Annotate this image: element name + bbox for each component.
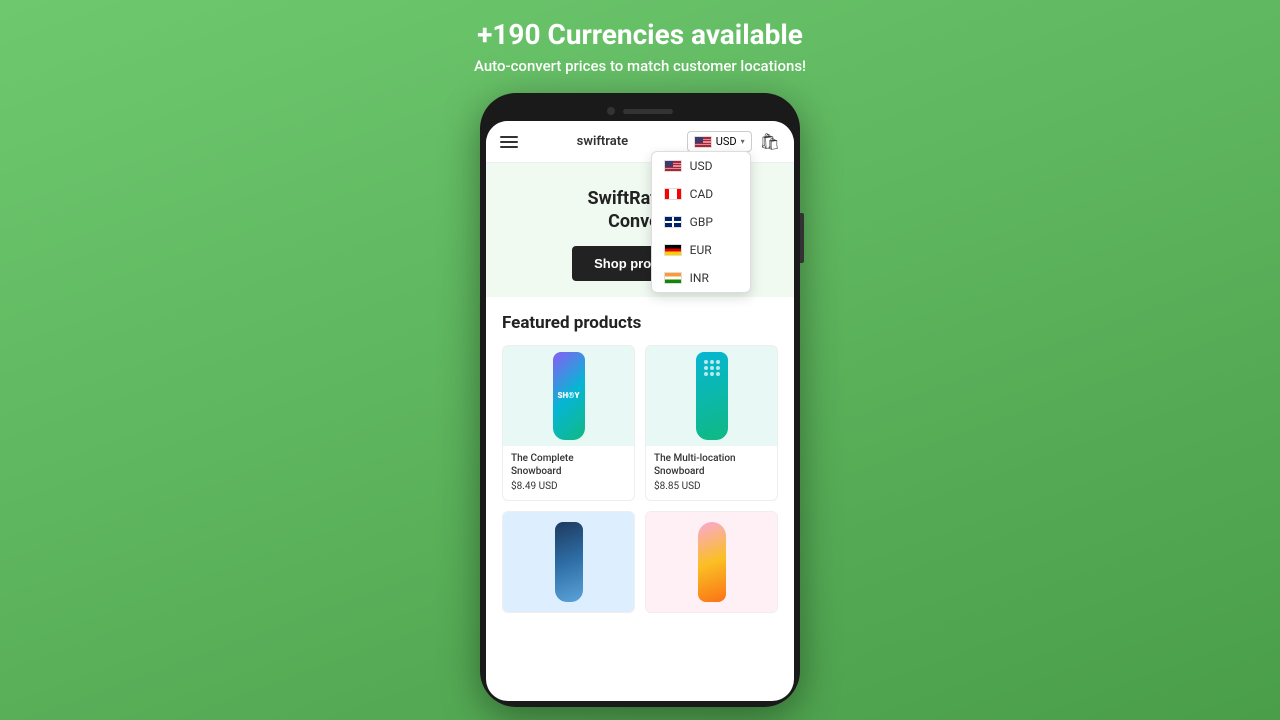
featured-products-title: Featured products [502, 313, 778, 333]
chevron-down-icon: ▾ [741, 137, 745, 146]
phone-speaker [623, 109, 673, 114]
subheadline: Auto-convert prices to match customer lo… [474, 57, 806, 75]
flag-in-icon [664, 272, 682, 284]
product-name-1: The Complete Snowboard [511, 452, 626, 478]
flag-us-icon [664, 160, 682, 172]
product-card-1[interactable]: The Complete Snowboard $8.49 USD [502, 345, 635, 501]
phone-screen: swiftrate USD ▾ USD [486, 121, 794, 701]
currency-code-gbp: GBP [690, 215, 713, 229]
currency-code-inr: INR [690, 271, 709, 285]
phone-side-button [800, 213, 804, 263]
headline: +190 Currencies available [477, 18, 803, 51]
background: +190 Currencies available Auto-convert p… [0, 0, 1280, 720]
snowboard-graphic-4 [698, 522, 726, 602]
nav-right: USD ▾ USD CAD [687, 131, 780, 152]
currency-selector-button[interactable]: USD ▾ USD CAD [687, 131, 752, 152]
flag-ca-icon [664, 188, 682, 200]
flag-gb-icon [664, 216, 682, 228]
product-info-2: The Multi-location Snowboard $8.85 USD [646, 446, 777, 500]
nav-bar: swiftrate USD ▾ USD [486, 121, 794, 163]
currency-option-eur[interactable]: EUR [652, 236, 750, 264]
product-price-1: $8.49 USD [511, 481, 626, 492]
currency-code-usd: USD [690, 159, 713, 173]
product-card-2[interactable]: The Multi-location Snowboard $8.85 USD [645, 345, 778, 501]
hamburger-menu-button[interactable] [500, 136, 518, 148]
featured-section: Featured products The Complete Snowboard… [486, 297, 794, 629]
brand-name: swiftrate [577, 134, 628, 149]
us-flag-icon [694, 136, 712, 148]
currency-dropdown[interactable]: USD CAD GBP [651, 151, 751, 293]
snowboard-graphic-3 [555, 522, 583, 602]
currency-option-cad[interactable]: CAD [652, 180, 750, 208]
product-image-2 [646, 346, 777, 446]
flag-de-icon [664, 244, 682, 256]
product-price-2: $8.85 USD [654, 481, 769, 492]
product-image-1 [503, 346, 634, 446]
phone-camera [607, 107, 615, 115]
snowboard-graphic-2 [696, 352, 728, 440]
phone-shell: swiftrate USD ▾ USD [480, 93, 800, 707]
product-card-3[interactable] [502, 511, 635, 613]
snowboard-graphic-1 [553, 352, 585, 440]
phone-notch [486, 107, 794, 115]
product-image-4 [646, 512, 777, 612]
product-image-3 [503, 512, 634, 612]
snowboard-dots [704, 360, 720, 376]
cart-icon[interactable]: 🛍 [760, 132, 780, 151]
currency-code-cad: CAD [690, 187, 714, 201]
currency-option-inr[interactable]: INR [652, 264, 750, 292]
product-name-2: The Multi-location Snowboard [654, 452, 769, 478]
products-grid: The Complete Snowboard $8.49 USD [502, 345, 778, 613]
product-info-1: The Complete Snowboard $8.49 USD [503, 446, 634, 500]
currency-option-usd[interactable]: USD [652, 152, 750, 180]
currency-code-eur: EUR [690, 243, 712, 257]
selected-currency-label: USD [716, 135, 737, 148]
product-card-4[interactable] [645, 511, 778, 613]
currency-option-gbp[interactable]: GBP [652, 208, 750, 236]
